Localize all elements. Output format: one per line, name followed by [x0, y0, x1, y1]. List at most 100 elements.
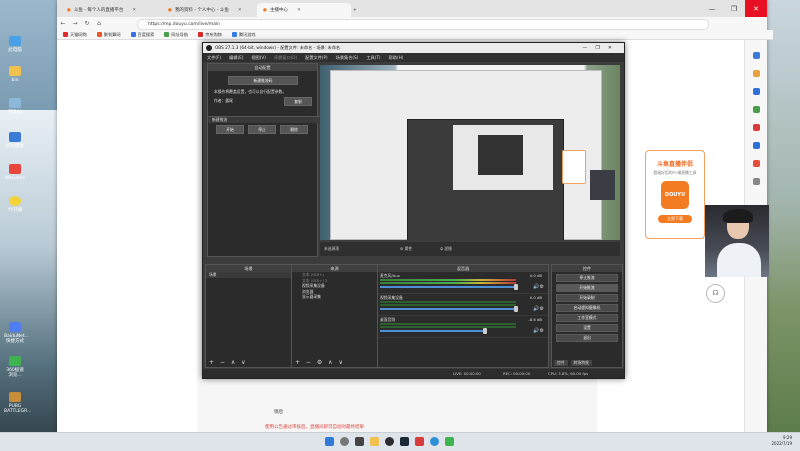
- desktop-icon[interactable]: PUBG BATTLEGR...: [4, 392, 31, 414]
- obs-window: OBS 27.1.3 (64-bit, windows) - 配置文件: 未命名…: [202, 42, 625, 379]
- fader-knob[interactable]: [514, 306, 518, 312]
- fader-knob[interactable]: [483, 328, 487, 334]
- bookmark-item[interactable]: 天猫网购: [63, 32, 87, 38]
- home-icon[interactable]: ⌂: [93, 20, 105, 27]
- volume-fader[interactable]: [380, 308, 516, 310]
- bookmark-icon: [164, 32, 170, 37]
- bookmark-item[interactable]: 京东购物: [198, 32, 222, 38]
- stop-button[interactable]: 停止: [248, 125, 276, 134]
- browser-tab[interactable]: ● 斗鱼 - 每个人的直播平台 ✕: [61, 3, 142, 17]
- desktop-icon[interactable]: 360极速浏览...: [4, 356, 26, 378]
- tab-controls[interactable]: 控件: [554, 360, 568, 366]
- properties-button[interactable]: ⚙ 属性: [400, 246, 412, 252]
- minimize-button[interactable]: —: [701, 0, 723, 17]
- source-item[interactable]: 显示器采集: [292, 294, 377, 300]
- copy-button[interactable]: 复制: [284, 97, 312, 106]
- download-button[interactable]: 立即下载: [658, 215, 692, 223]
- volume-fader[interactable]: [380, 286, 516, 288]
- fader-knob[interactable]: [514, 284, 518, 290]
- browser-tab[interactable]: ● 我的资料 - 个人中心 - 斗鱼 ✕: [162, 3, 248, 17]
- close-tab-icon[interactable]: ✕: [297, 8, 301, 13]
- office-icon[interactable]: [752, 124, 760, 131]
- bookmark-item[interactable]: 聚划算网: [96, 32, 121, 38]
- customer-service-icon[interactable]: ☊: [706, 284, 725, 303]
- start-streaming-button[interactable]: 开始推流: [556, 284, 618, 292]
- add-icon[interactable]: [752, 178, 760, 185]
- menu-edit[interactable]: 编辑(E): [229, 55, 243, 61]
- tab-transitions[interactable]: 转场特效: [570, 360, 592, 366]
- obs-taskbar-icon[interactable]: [385, 437, 394, 446]
- bookmark-item[interactable]: 网址导航: [164, 32, 188, 38]
- filters-button[interactable]: ⛭ 滤镜: [440, 246, 452, 252]
- sources-toolbar[interactable]: + − ⚙ ∧ ∨: [292, 358, 380, 367]
- start-icon[interactable]: [325, 437, 334, 446]
- close-tab-icon[interactable]: ✕: [238, 8, 242, 13]
- obs-preview[interactable]: [320, 65, 620, 240]
- search-icon[interactable]: [752, 52, 760, 59]
- flag-icon[interactable]: [752, 160, 760, 167]
- app-icon[interactable]: [445, 437, 454, 446]
- mixer-dock-title: 混音器: [378, 265, 548, 272]
- outlook-icon[interactable]: [752, 142, 760, 149]
- desktop-icon[interactable]: 控制面板: [4, 132, 26, 149]
- maximize-button[interactable]: ❐: [723, 0, 745, 17]
- start-button[interactable]: 开始: [216, 125, 244, 134]
- back-icon[interactable]: ←: [57, 20, 69, 27]
- menu-view[interactable]: 视图(V): [251, 55, 266, 61]
- stop-streaming-button[interactable]: 停止推流: [556, 274, 618, 282]
- tools-icon[interactable]: [752, 88, 760, 95]
- desktop-icon[interactable]: YY开播: [4, 196, 26, 213]
- menu-tools[interactable]: 工具(T): [366, 55, 380, 61]
- menu-docks[interactable]: 停靠窗口(D): [274, 55, 297, 61]
- obs-menu-bar: 文件(F) 编辑(E) 视图(V) 停靠窗口(D) 配置文件(P) 场景集合(S…: [203, 53, 624, 62]
- delete-button[interactable]: 删除: [280, 125, 308, 134]
- desktop-icon[interactable]: 此电脑: [4, 36, 26, 53]
- scenes-dock-title: 场景: [206, 265, 291, 272]
- menu-help[interactable]: 帮助(H): [389, 55, 404, 61]
- forward-icon[interactable]: →: [69, 20, 81, 27]
- refresh-icon[interactable]: ↻: [81, 20, 93, 27]
- new-tab-button[interactable]: +: [347, 3, 363, 17]
- games-icon[interactable]: [752, 106, 760, 113]
- sources-dock: 来源 文本 (GDI+) 文本 (GDI+) 2 视频采集设备 浏览器 显示器采…: [291, 264, 378, 368]
- wegame-taskbar-icon[interactable]: [415, 437, 424, 446]
- shopping-icon[interactable]: [752, 70, 760, 77]
- virtual-camera-button[interactable]: 启动虚拟摄像机: [556, 304, 618, 312]
- menu-scene-collection[interactable]: 场景集合(S): [336, 55, 359, 61]
- close-tab-icon[interactable]: ✕: [132, 8, 136, 13]
- obs-docks: 场景 场景 + − ∧ ∨ 来源 文本 (GDI+) 文本 (GDI+) 2 视…: [203, 264, 624, 368]
- mixer-settings-icon[interactable]: 🔊⚙: [533, 306, 544, 312]
- url-input[interactable]: https://mp.douyu.com/live/main: [137, 19, 709, 30]
- close-button[interactable]: ✕: [745, 0, 767, 17]
- volume-fader[interactable]: [380, 330, 485, 332]
- taskbar-clock[interactable]: 9:29 2022/7/19: [771, 435, 792, 447]
- steam-icon[interactable]: [400, 437, 409, 446]
- new-stream-key-button[interactable]: 新建推流码: [228, 76, 298, 85]
- bookmark-item[interactable]: 腾讯游戏: [231, 32, 256, 38]
- settings-button[interactable]: 设置: [556, 324, 618, 332]
- browser-tab-active[interactable]: ● 主播中心 ✕: [257, 3, 351, 17]
- desktop-icon[interactable]: bin: [4, 66, 26, 83]
- mixer-settings-icon[interactable]: 🔊⚙: [533, 328, 544, 334]
- studio-mode-button[interactable]: 工作室模式: [556, 314, 618, 322]
- douyu-companion-promo[interactable]: 斗鱼直播伴侣 超级好用的PC端直播工具 DOUYU 立即下载: [645, 150, 705, 239]
- bookmark-item[interactable]: 百度搜索: [130, 32, 154, 38]
- exit-button[interactable]: 退出: [556, 334, 618, 342]
- search-icon[interactable]: [340, 437, 349, 446]
- start-recording-button[interactable]: 开始录制: [556, 294, 618, 302]
- obs-window-controls[interactable]: —❐✕: [582, 43, 620, 53]
- scene-item[interactable]: 场景: [206, 272, 291, 278]
- desktop-icon[interactable]: 回收站: [4, 98, 26, 115]
- file-explorer-icon[interactable]: [370, 437, 379, 446]
- mixer-settings-icon[interactable]: 🔊⚙: [533, 284, 544, 290]
- menu-profile[interactable]: 配置文件(P): [305, 55, 328, 61]
- desktop-icon[interactable]: WeGame: [4, 164, 26, 181]
- volume-meter: [380, 282, 516, 284]
- desktop-icon[interactable]: BaiduNet... 快捷方式: [4, 322, 29, 344]
- browser-tab-bar: ● 斗鱼 - 每个人的直播平台 ✕ ● 我的资料 - 个人中心 - 斗鱼 ✕ ● 主播中心…: [57, 0, 767, 17]
- edge-icon[interactable]: [430, 437, 439, 446]
- menu-file[interactable]: 文件(F): [207, 55, 221, 61]
- task-view-icon[interactable]: [355, 437, 364, 446]
- scenes-toolbar[interactable]: + − ∧ ∨: [206, 358, 294, 367]
- douyu-logo-icon: DOUYU: [661, 181, 689, 209]
